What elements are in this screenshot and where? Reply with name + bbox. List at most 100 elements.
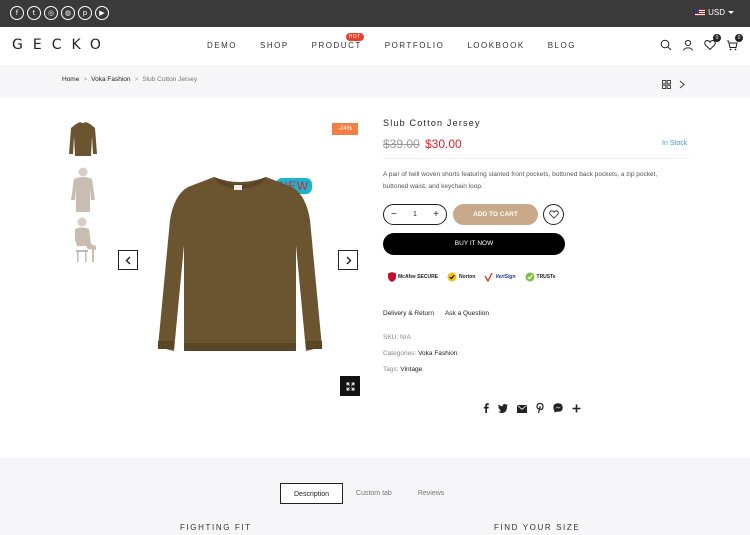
nav-label: PRODUCT (311, 41, 362, 50)
nav-blog[interactable]: BLOG (548, 41, 576, 50)
thumbnail-2[interactable] (66, 166, 100, 212)
cart-icon[interactable]: 0 (726, 34, 743, 51)
currency-selector[interactable]: USD (695, 8, 734, 17)
chevron-down-icon (728, 11, 734, 14)
nav-product[interactable]: PRODUCT HOT (311, 33, 364, 50)
product-description: A pair of twill woven shorts featuring s… (383, 171, 658, 190)
quantity-value[interactable]: 1 (413, 211, 417, 218)
nav-label: DEMO (207, 41, 237, 50)
expand-icon (346, 382, 354, 390)
delivery-return-link[interactable]: Delivery & Return (383, 310, 434, 317)
share-icons (483, 400, 581, 418)
truste-label: TRUSTe (536, 273, 556, 280)
breadcrumb-current: Slub Cotton Jersey (142, 76, 198, 83)
heart-icon[interactable]: 0 (704, 34, 721, 51)
product-main-image[interactable] (150, 165, 330, 360)
tags-label: Tags: (383, 366, 399, 373)
email-icon[interactable] (517, 400, 527, 418)
tags-row: Tags: Vintage (383, 366, 422, 373)
top-bar: f t ◎ ◍ p ▶ USD (0, 0, 750, 27)
wishlist-button[interactable] (543, 204, 564, 225)
categories-row: Categories: Voka Fashion (383, 350, 457, 357)
dribbble-icon[interactable]: ◍ (61, 6, 75, 20)
plus-icon[interactable] (572, 400, 581, 418)
hot-badge: HOT (345, 33, 364, 41)
thumbnail-1[interactable] (66, 120, 100, 164)
product-title: Slub Cotton Jersey (383, 118, 481, 128)
twitter-icon[interactable]: t (27, 6, 41, 20)
nav-demo[interactable]: DEMO (207, 41, 237, 50)
facebook-icon[interactable]: f (10, 6, 24, 20)
main-nav: DEMO SHOP NEW PRODUCT HOT PORTFOLIO LOOKBO… (207, 33, 576, 194)
wishlist-count: 0 (713, 34, 721, 42)
plus-icon[interactable]: + (433, 209, 439, 220)
section-heading-left: FIGHTING FIT (180, 523, 252, 532)
grid-icon[interactable] (662, 76, 671, 94)
next-image-button[interactable] (338, 250, 358, 270)
logo[interactable]: GECKO (12, 37, 111, 53)
account-icon[interactable] (682, 38, 694, 51)
nav-label: PORTFOLIO (384, 41, 445, 50)
norton-badge: Norton (447, 270, 475, 283)
us-flag-icon (695, 9, 706, 16)
breadcrumb-bar: Home > Voka Fashion > Slub Cotton Jersey (0, 65, 750, 97)
category-link[interactable]: Voka Fashion (418, 350, 457, 357)
nav-label: SHOP (260, 41, 289, 50)
sku-label: SKU: (383, 334, 399, 341)
norton-label: Norton (459, 273, 476, 280)
categories-label: Categories: (383, 350, 417, 357)
header-icons: 0 0 (660, 34, 743, 51)
nav-lookbook[interactable]: LOOKBOOK (467, 41, 524, 50)
divider (383, 158, 689, 159)
chevron-right-icon[interactable] (679, 76, 685, 94)
section-heading-right: FIND YOUR SIZE (494, 523, 581, 532)
sale-price: $30.00 (425, 137, 462, 151)
product-nav (662, 76, 685, 94)
chevron-left-icon (125, 256, 130, 264)
breadcrumb-separator: > (134, 76, 139, 83)
zoom-button[interactable] (340, 376, 360, 396)
currency-label: USD (708, 8, 725, 17)
stock-status: In Stock (662, 140, 688, 147)
pinterest-icon[interactable]: p (78, 6, 92, 20)
site-header: GECKO DEMO SHOP NEW PRODUCT HOT PORTFOLIO … (0, 27, 750, 194)
breadcrumb-separator: > (83, 76, 88, 83)
breadcrumb: Home > Voka Fashion > Slub Cotton Jersey (62, 76, 197, 83)
tag-link[interactable]: Vintage (400, 366, 422, 373)
messenger-icon[interactable] (553, 400, 563, 418)
nav-portfolio[interactable]: PORTFOLIO (385, 41, 445, 50)
nav-shop[interactable]: SHOP NEW (260, 41, 312, 194)
search-icon[interactable] (660, 38, 672, 51)
pinterest-icon[interactable] (536, 400, 544, 418)
chevron-right-icon (346, 256, 351, 264)
facebook-icon[interactable] (483, 400, 489, 418)
tab-description[interactable]: Description (280, 483, 344, 504)
trust-badges: McAfee SECURE Norton VeriSign TRUSTe (388, 270, 556, 283)
nav-label: BLOG (547, 41, 576, 50)
prev-image-button[interactable] (118, 250, 138, 270)
sku-row: SKU: N/A (383, 334, 411, 341)
ask-question-link[interactable]: Ask a Question (445, 310, 489, 317)
sku-value: N/A (399, 334, 411, 341)
discount-badge: -24% (332, 123, 358, 135)
minus-icon[interactable]: − (391, 209, 397, 220)
nav-label: LOOKBOOK (467, 41, 525, 50)
youtube-icon[interactable]: ▶ (95, 6, 109, 20)
breadcrumb-category[interactable]: Voka Fashion (91, 76, 130, 83)
product-tabs: Description Custom tab Reviews (280, 483, 457, 504)
product-links: Delivery & Return Ask a Question (383, 310, 489, 317)
instagram-icon[interactable]: ◎ (44, 6, 58, 20)
verisign-label: VeriSign (495, 273, 516, 280)
tab-reviews[interactable]: Reviews (405, 483, 457, 504)
thumbnail-3[interactable] (66, 216, 100, 262)
cart-count: 0 (735, 34, 743, 42)
old-price: $39.00 (383, 137, 420, 151)
twitter-icon[interactable] (498, 400, 508, 418)
verisign-badge: VeriSign (484, 270, 516, 283)
buy-now-button[interactable]: BUY IT NOW (383, 233, 565, 255)
social-links: f t ◎ ◍ p ▶ (10, 6, 109, 20)
breadcrumb-home[interactable]: Home (62, 76, 79, 83)
tab-custom[interactable]: Custom tab (343, 483, 405, 504)
add-to-cart-button[interactable]: ADD TO CART (453, 204, 538, 225)
quantity-stepper[interactable]: − 1 + (383, 204, 447, 225)
